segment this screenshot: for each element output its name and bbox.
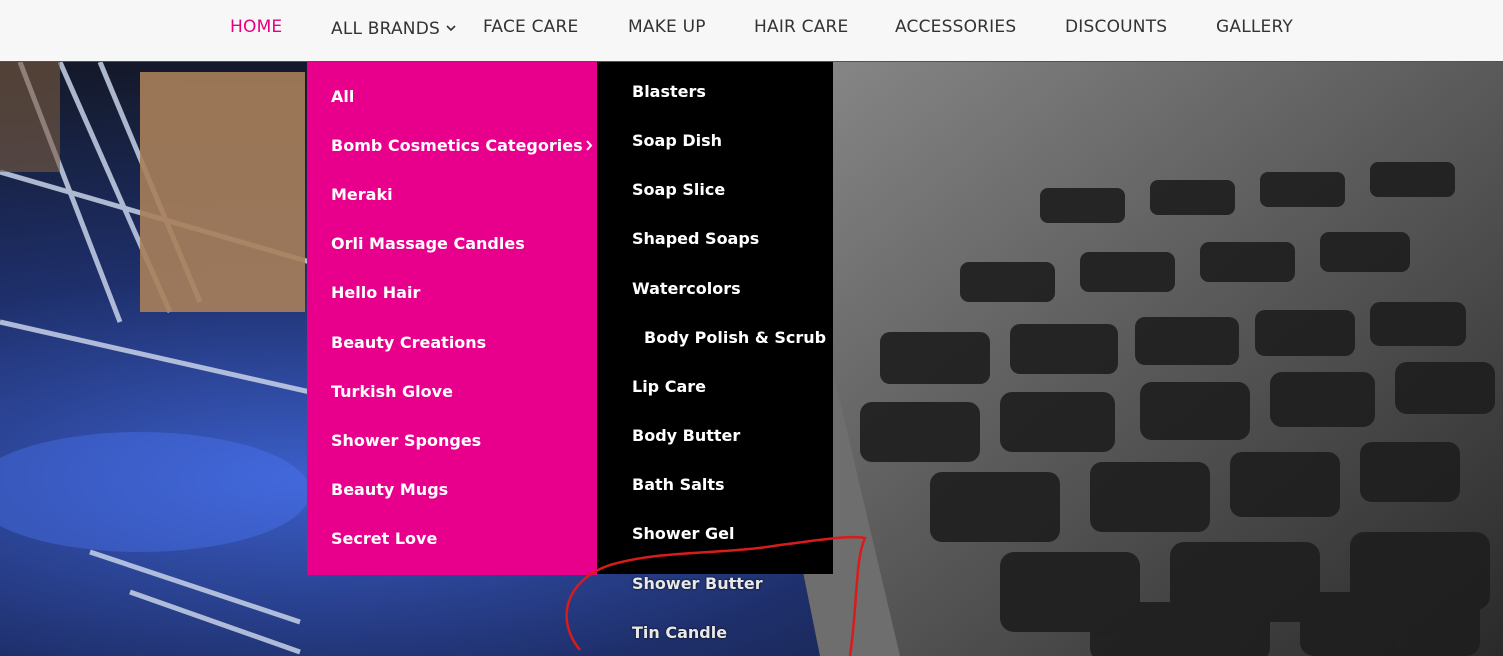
nav-discounts[interactable]: DISCOUNTS (1065, 17, 1167, 37)
menu-item-beauty-creations[interactable]: Beauty Creations (331, 333, 486, 352)
menu-item-orli-massage-candles[interactable]: Orli Massage Candles (331, 234, 525, 253)
chevron-right-icon (585, 136, 593, 155)
bomb-cosmetics-submenu: Blasters Soap Dish Soap Slice Shaped Soa… (597, 62, 833, 574)
submenu-item-lip-care[interactable]: Lip Care (632, 377, 706, 396)
nav-accessories[interactable]: ACCESSORIES (895, 17, 1016, 37)
submenu-item-tin-candle[interactable]: Tin Candle (632, 623, 727, 642)
menu-item-hello-hair[interactable]: Hello Hair (331, 283, 420, 302)
nav-gallery[interactable]: GALLERY (1216, 17, 1293, 37)
menu-item-shower-sponges[interactable]: Shower Sponges (331, 431, 481, 450)
menu-item-meraki[interactable]: Meraki (331, 185, 393, 204)
nav-all-brands-label: ALL BRANDS (331, 19, 440, 39)
menu-item-bomb-cosmetics-label: Bomb Cosmetics Categories (331, 136, 583, 155)
submenu-item-shower-gel[interactable]: Shower Gel (632, 524, 734, 543)
menu-item-bomb-cosmetics[interactable]: Bomb Cosmetics Categories (331, 136, 593, 155)
submenu-item-shaped-soaps[interactable]: Shaped Soaps (632, 229, 759, 248)
submenu-item-body-polish-scrub[interactable]: Body Polish & Scrub (644, 328, 826, 347)
chevron-down-icon (446, 17, 456, 37)
main-navigation: HOME ALL BRANDS FACE CARE MAKE UP HAIR C… (0, 0, 1503, 62)
menu-item-all[interactable]: All (331, 87, 354, 106)
nav-hair-care[interactable]: HAIR CARE (754, 17, 849, 37)
menu-item-turkish-glove[interactable]: Turkish Glove (331, 382, 453, 401)
submenu-item-shower-butter[interactable]: Shower Butter (632, 574, 763, 593)
nav-all-brands[interactable]: ALL BRANDS (331, 17, 456, 39)
submenu-item-soap-slice[interactable]: Soap Slice (632, 180, 725, 199)
submenu-item-blasters[interactable]: Blasters (632, 82, 706, 101)
submenu-item-body-butter[interactable]: Body Butter (632, 426, 740, 445)
brands-dropdown-menu: All Bomb Cosmetics Categories Meraki Orl… (307, 62, 597, 575)
nav-face-care[interactable]: FACE CARE (483, 17, 578, 37)
nav-make-up[interactable]: MAKE UP (628, 17, 706, 37)
submenu-item-soap-dish[interactable]: Soap Dish (632, 131, 722, 150)
submenu-item-watercolors[interactable]: Watercolors (632, 279, 741, 298)
submenu-item-bath-salts[interactable]: Bath Salts (632, 475, 725, 494)
nav-home[interactable]: HOME (230, 17, 282, 37)
menu-item-secret-love[interactable]: Secret Love (331, 529, 437, 548)
menu-item-beauty-mugs[interactable]: Beauty Mugs (331, 480, 448, 499)
